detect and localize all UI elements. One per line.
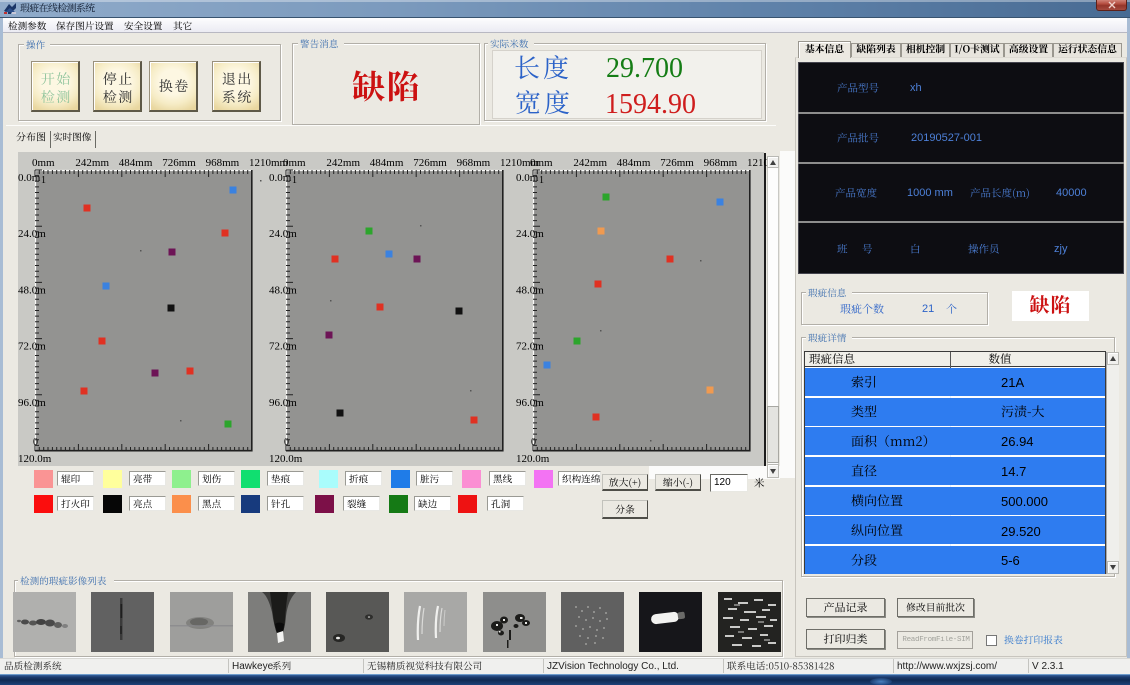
- svg-text:72.0m: 72.0m: [18, 341, 46, 353]
- svg-text:24.0m: 24.0m: [269, 228, 297, 240]
- svg-text:242mm: 242mm: [75, 157, 109, 169]
- svg-text:726mm: 726mm: [162, 157, 196, 169]
- svg-text:0.0m: 0.0m: [269, 172, 292, 184]
- svg-text:726mm: 726mm: [660, 157, 694, 169]
- svg-text:242mm: 242mm: [326, 157, 360, 169]
- svg-text:0.0m: 0.0m: [18, 172, 41, 184]
- svg-text:72.0m: 72.0m: [269, 341, 297, 353]
- svg-text:484mm: 484mm: [617, 157, 651, 169]
- svg-text:968mm: 968mm: [704, 157, 738, 169]
- svg-text:48.0m: 48.0m: [18, 284, 46, 296]
- svg-text:484mm: 484mm: [370, 157, 404, 169]
- svg-text:0mm: 0mm: [530, 157, 553, 169]
- svg-text:120.0m: 120.0m: [18, 453, 52, 465]
- svg-text:120.0m: 120.0m: [516, 453, 550, 465]
- svg-text:96.0m: 96.0m: [516, 397, 544, 409]
- svg-text:0mm: 0mm: [283, 157, 306, 169]
- svg-text:96.0m: 96.0m: [269, 397, 297, 409]
- svg-text:968mm: 968mm: [206, 157, 240, 169]
- svg-text:48.0m: 48.0m: [516, 284, 544, 296]
- svg-text:968mm: 968mm: [457, 157, 491, 169]
- svg-text:1: 1: [41, 175, 46, 186]
- svg-text:72.0m: 72.0m: [516, 341, 544, 353]
- svg-text:96.0m: 96.0m: [18, 397, 46, 409]
- svg-text:24.0m: 24.0m: [516, 228, 544, 240]
- svg-text:0.0m: 0.0m: [516, 172, 539, 184]
- svg-text:484mm: 484mm: [119, 157, 153, 169]
- svg-text:0mm: 0mm: [32, 157, 55, 169]
- svg-text:726mm: 726mm: [413, 157, 447, 169]
- svg-text:1: 1: [539, 175, 544, 186]
- svg-text:48.0m: 48.0m: [269, 284, 297, 296]
- svg-text:1: 1: [292, 175, 297, 186]
- svg-text:24.0m: 24.0m: [18, 228, 46, 240]
- svg-text:120.0m: 120.0m: [269, 453, 303, 465]
- svg-text:242mm: 242mm: [573, 157, 607, 169]
